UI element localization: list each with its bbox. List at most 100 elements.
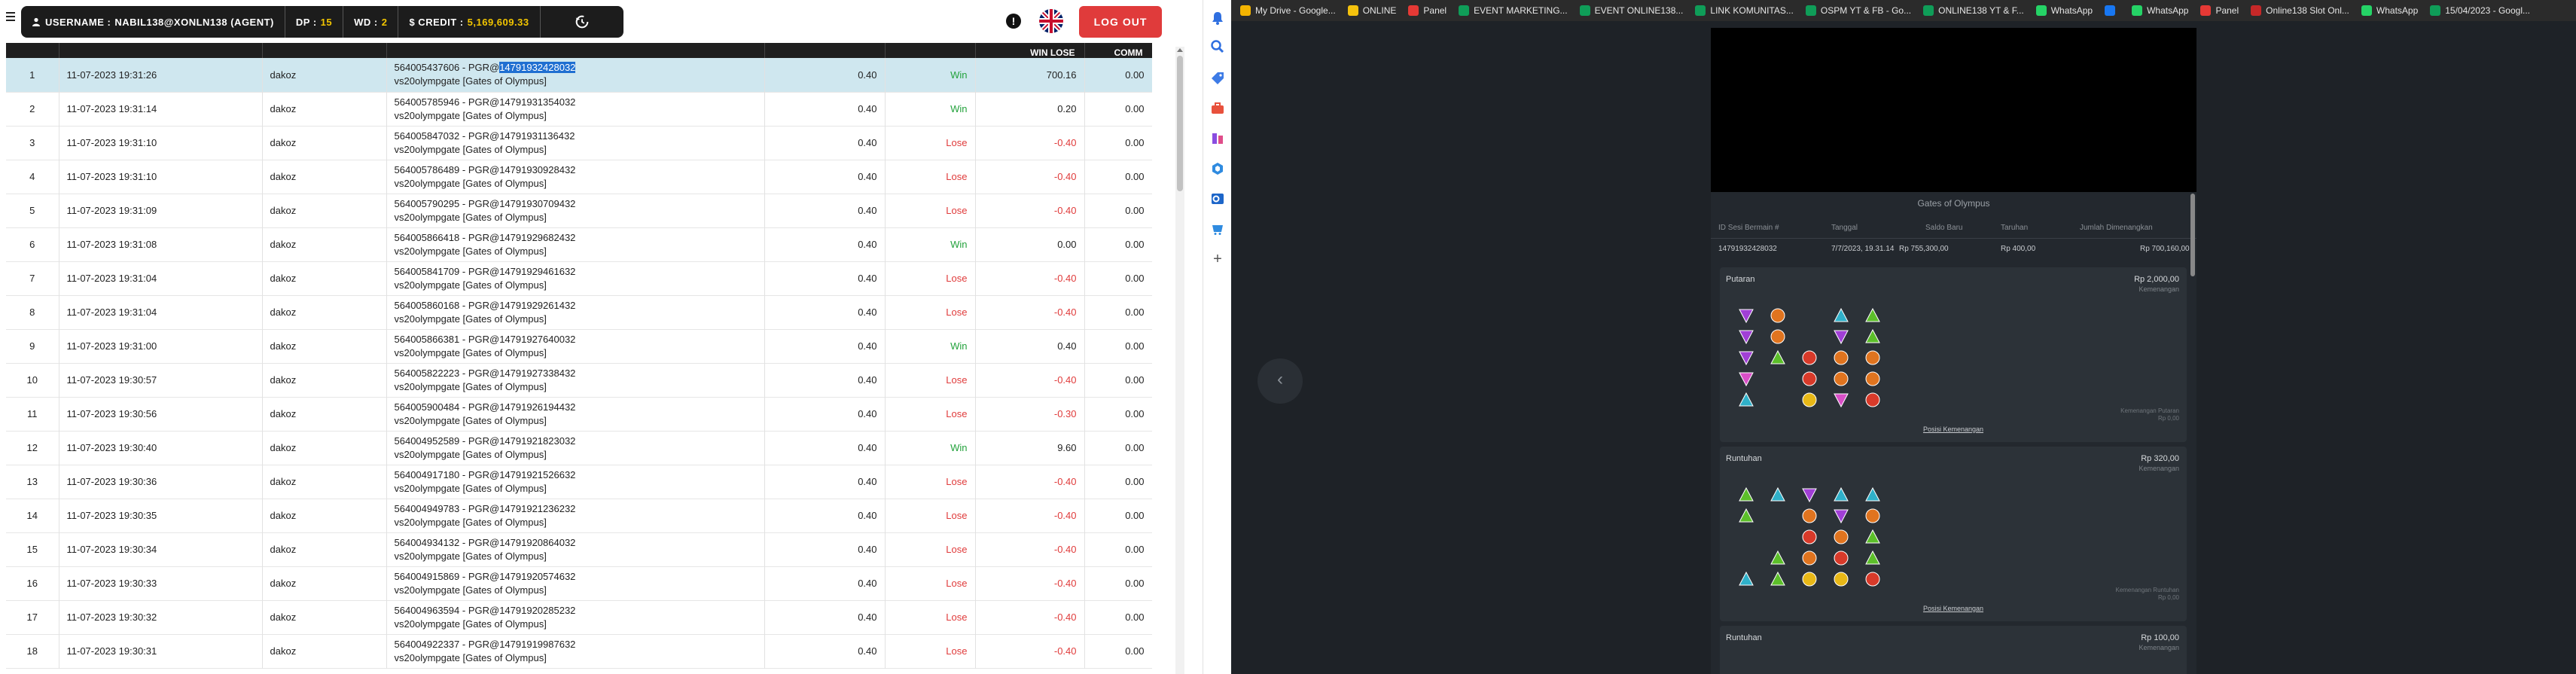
- office-icon[interactable]: [1210, 161, 1225, 176]
- row-date: 11-07-2023 19:31:04: [59, 295, 263, 329]
- bookmark-item[interactable]: WhatsApp: [2035, 5, 2093, 16]
- table-row[interactable]: 10 11-07-2023 19:30:57 dakoz 564005822223 -…: [6, 363, 1152, 397]
- table-row[interactable]: 16 11-07-2023 19:30:33 dakoz 564004915869 -…: [6, 566, 1152, 600]
- bookmark-item[interactable]: ONLINE: [1347, 5, 1396, 16]
- refresh-button[interactable]: [541, 6, 623, 38]
- bet-ref-id[interactable]: 14791927338432: [499, 367, 575, 379]
- bell-icon[interactable]: [1210, 11, 1225, 26]
- panel-scrollbar-thumb[interactable]: [2190, 194, 2195, 276]
- scrollbar-thumb[interactable]: [1177, 56, 1183, 191]
- gem-symbol-icon: [1834, 550, 1849, 566]
- logout-button[interactable]: LOG OUT: [1079, 6, 1162, 38]
- table-row[interactable]: 14 11-07-2023 19:30:35 dakoz 564004949783 -…: [6, 499, 1152, 532]
- table-row[interactable]: 17 11-07-2023 19:30:32 dakoz 564004963594 -…: [6, 600, 1152, 634]
- bookmark-item[interactable]: Panel: [1408, 5, 1447, 16]
- row-user: dakoz: [262, 329, 387, 363]
- bet-game-name: vs20olympgate [Gates of Olympus]: [394, 584, 547, 596]
- win-position-link[interactable]: Posisi Kemenangan: [1720, 605, 2187, 612]
- row-comm: 0.00: [1084, 363, 1152, 397]
- bookmark-item[interactable]: My Drive - Google...: [1240, 5, 1336, 16]
- bet-ref-id[interactable]: 14791927640032: [499, 334, 575, 345]
- bet-ref-id[interactable]: 14791930709432: [499, 198, 575, 209]
- table-row[interactable]: 3 11-07-2023 19:31:10 dakoz 564005847032 - …: [6, 126, 1152, 160]
- bet-ref-id[interactable]: 14791929261432: [499, 300, 575, 311]
- row-user: dakoz: [262, 126, 387, 160]
- toolbox-icon[interactable]: [1210, 101, 1225, 116]
- tag-icon[interactable]: [1210, 71, 1225, 86]
- spin-sub: Kemenangan: [2139, 285, 2179, 293]
- table-row[interactable]: 13 11-07-2023 19:30:36 dakoz 564004917180 -…: [6, 465, 1152, 499]
- column-header: [262, 43, 387, 58]
- row-description: 564004922337 - PGR@14791919987632 vs20oly…: [386, 634, 765, 668]
- bet-game-name: vs20olympgate [Gates of Olympus]: [394, 651, 547, 663]
- table-row[interactable]: 12 11-07-2023 19:30:40 dakoz 564004952589 -…: [6, 431, 1152, 465]
- bet-ref-id[interactable]: 14791920285232: [499, 605, 575, 616]
- bet-ref-id[interactable]: 14791931136432: [499, 130, 575, 142]
- amount-won: Rp 700,160,00: [2140, 245, 2190, 253]
- info-icon[interactable]: !: [1006, 14, 1021, 29]
- table-row[interactable]: 7 11-07-2023 19:31:04 dakoz 564005841709 - …: [6, 261, 1152, 295]
- bookmark-item[interactable]: WhatsApp: [2361, 5, 2418, 16]
- table-row[interactable]: 15 11-07-2023 19:30:34 dakoz 564004934132 -…: [6, 532, 1152, 566]
- table-row[interactable]: 8 11-07-2023 19:31:04 dakoz 564005860168 - …: [6, 295, 1152, 329]
- bookmark-item[interactable]: EVENT ONLINE138...: [1579, 5, 1683, 16]
- gem-symbol-icon: [1739, 351, 1754, 366]
- gem-symbol-icon: [1739, 486, 1754, 502]
- table-row[interactable]: 6 11-07-2023 19:31:08 dakoz 564005866418 - …: [6, 227, 1152, 261]
- bet-ref-id[interactable]: 14791920574632: [499, 571, 575, 582]
- table-row[interactable]: 18 11-07-2023 19:30:31 dakoz 564004922337 -…: [6, 634, 1152, 668]
- row-win-lose: 700.16: [975, 58, 1085, 92]
- bookmark-item[interactable]: Online138 Slot Onl...: [2251, 5, 2349, 16]
- table-scrollbar[interactable]: [1175, 47, 1184, 674]
- row-win-lose: 0.40: [975, 329, 1085, 363]
- table-row[interactable]: 1 11-07-2023 19:31:26 dakoz 564005437606 - …: [6, 58, 1152, 92]
- bookmark-label: LINK KOMUNITAS...: [1710, 5, 1794, 16]
- bet-ref-prefix: 564005866418 - PGR@: [394, 231, 500, 243]
- bookmark-item[interactable]: 15/04/2023 - Googl...: [2430, 5, 2530, 16]
- bet-ref-id[interactable]: 14791921526632: [499, 469, 575, 480]
- win-position-link[interactable]: Posisi Kemenangan: [1720, 425, 2187, 433]
- row-description: 564005847032 - PGR@14791931136432 vs20oly…: [386, 126, 765, 160]
- game-history-row[interactable]: 14791932428032 7/7/2023, 19.31.14 Rp 755…: [1711, 239, 2196, 258]
- bet-ref-id[interactable]: 14791930928432: [499, 164, 575, 175]
- scroll-up-arrow-icon[interactable]: [1177, 48, 1183, 52]
- table-row[interactable]: 11 11-07-2023 19:30:56 dakoz 564005900484 -…: [6, 397, 1152, 431]
- row-result: Lose: [885, 532, 976, 566]
- bet-ref-id[interactable]: 14791929682432: [499, 232, 575, 243]
- bookmark-item[interactable]: OSPM YT & FB - Go...: [1805, 5, 1911, 16]
- table-row[interactable]: 4 11-07-2023 19:31:10 dakoz 564005786489 - …: [6, 160, 1152, 194]
- table-row[interactable]: 2 11-07-2023 19:31:14 dakoz 564005785946 - …: [6, 92, 1152, 126]
- bet-ref-id[interactable]: 14791932428032: [499, 62, 576, 74]
- row-result: Lose: [885, 363, 976, 397]
- bet-ref-id[interactable]: 14791921236232: [499, 503, 575, 514]
- bet-ref-id[interactable]: 14791919987632: [499, 639, 575, 650]
- outlook-icon[interactable]: [1210, 191, 1225, 206]
- column-header: [59, 43, 263, 58]
- row-win-lose: -0.40: [975, 363, 1085, 397]
- bookmark-item[interactable]: ONLINE138 YT & F...: [1923, 5, 2024, 16]
- bookmark-item[interactable]: EVENT MARKETING...: [1459, 5, 1568, 16]
- table-row[interactable]: 9 11-07-2023 19:31:00 dakoz 564005866381 - …: [6, 329, 1152, 363]
- bet-ref-id[interactable]: 14791921823032: [499, 435, 575, 447]
- add-icon[interactable]: +: [1210, 252, 1225, 267]
- shopping-icon[interactable]: [1210, 221, 1225, 236]
- credit-display: $ CREDIT : 5,169,609.33: [398, 6, 541, 38]
- bet-ref-id[interactable]: 14791929461632: [499, 266, 575, 277]
- row-date: 11-07-2023 19:31:10: [59, 126, 263, 160]
- bookmark-item[interactable]: WhatsApp: [2132, 5, 2188, 16]
- bookmark-item[interactable]: Panel: [2200, 5, 2239, 16]
- uk-flag-icon[interactable]: [1039, 9, 1063, 33]
- bet-ref-id[interactable]: 14791926194432: [499, 401, 575, 413]
- table-row[interactable]: 5 11-07-2023 19:31:09 dakoz 564005790295 - …: [6, 194, 1152, 227]
- bookmark-item[interactable]: [2105, 5, 2120, 16]
- bookmark-item[interactable]: LINK KOMUNITAS...: [1695, 5, 1794, 16]
- bet-ref-id[interactable]: 14791931354032: [499, 96, 575, 108]
- bet-amount: Rp 400,00: [2001, 245, 2036, 253]
- row-bet: 0.40: [764, 329, 886, 363]
- hamburger-menu-icon[interactable]: [6, 12, 15, 23]
- row-bet: 0.40: [764, 58, 886, 92]
- games-icon[interactable]: [1210, 131, 1225, 146]
- bet-ref-id[interactable]: 14791920864032: [499, 537, 575, 548]
- search-icon[interactable]: [1210, 39, 1225, 54]
- back-arrow-button[interactable]: ‹: [1258, 358, 1303, 404]
